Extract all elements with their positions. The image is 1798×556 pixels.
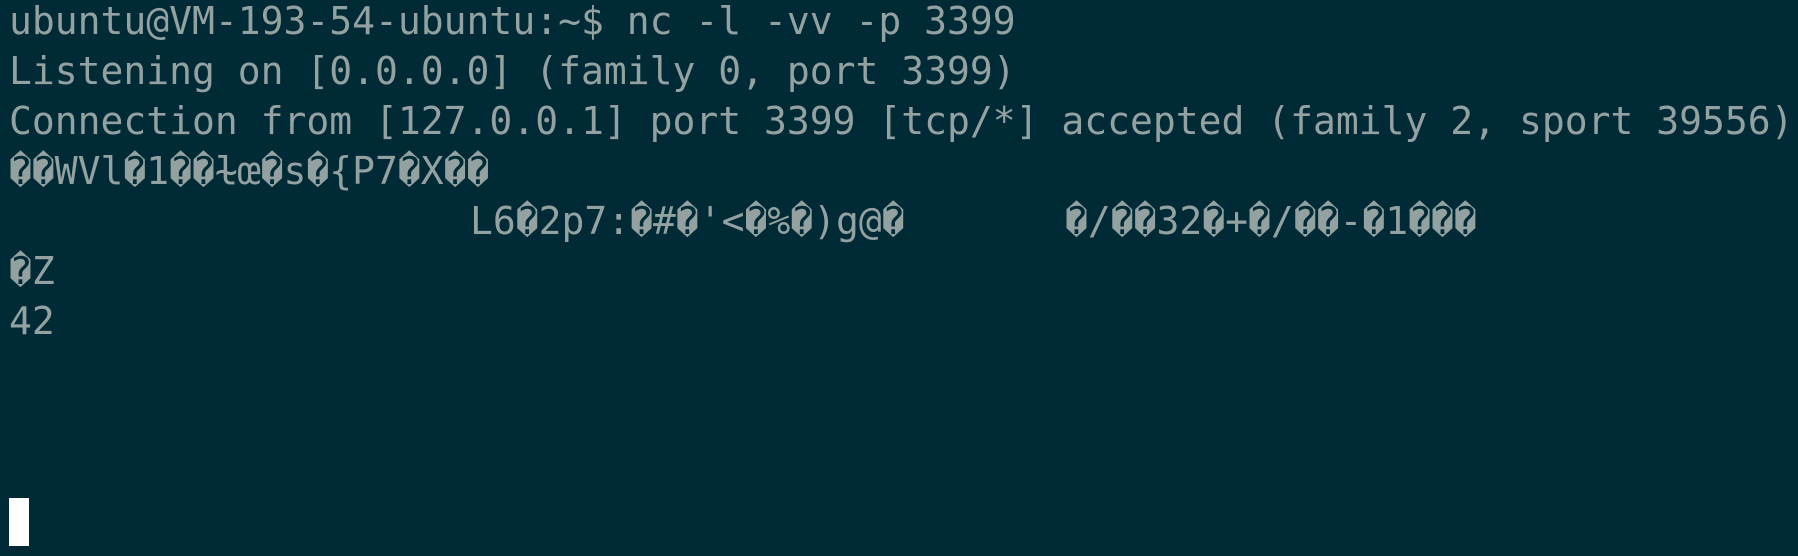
terminal-line-binary-output-3: �Z [9, 249, 55, 293]
terminal-line-binary-output-1: ��WVl�1��ɫœ�s�{P7�X�� [9, 149, 490, 193]
terminal-window[interactable]: ubuntu@VM-193-54-ubuntu:~$ nc -l -vv -p … [0, 0, 1798, 556]
terminal-line-binary-output-4: 42 [9, 299, 55, 343]
terminal-line-binary-output-2b: �/��32�+�/��-�1��� [1065, 199, 1477, 243]
terminal-cursor [9, 498, 29, 546]
terminal-line-binary-output-2a: L6�2p7:�#�'<�%�)g@� [470, 199, 905, 243]
terminal-line-prompt-command: ubuntu@VM-193-54-ubuntu:~$ nc -l -vv -p … [9, 0, 1016, 43]
terminal-line-listening: Listening on [0.0.0.0] (family 0, port 3… [9, 49, 1016, 93]
terminal-line-connection: Connection from [127.0.0.1] port 3399 [t… [9, 99, 1794, 143]
